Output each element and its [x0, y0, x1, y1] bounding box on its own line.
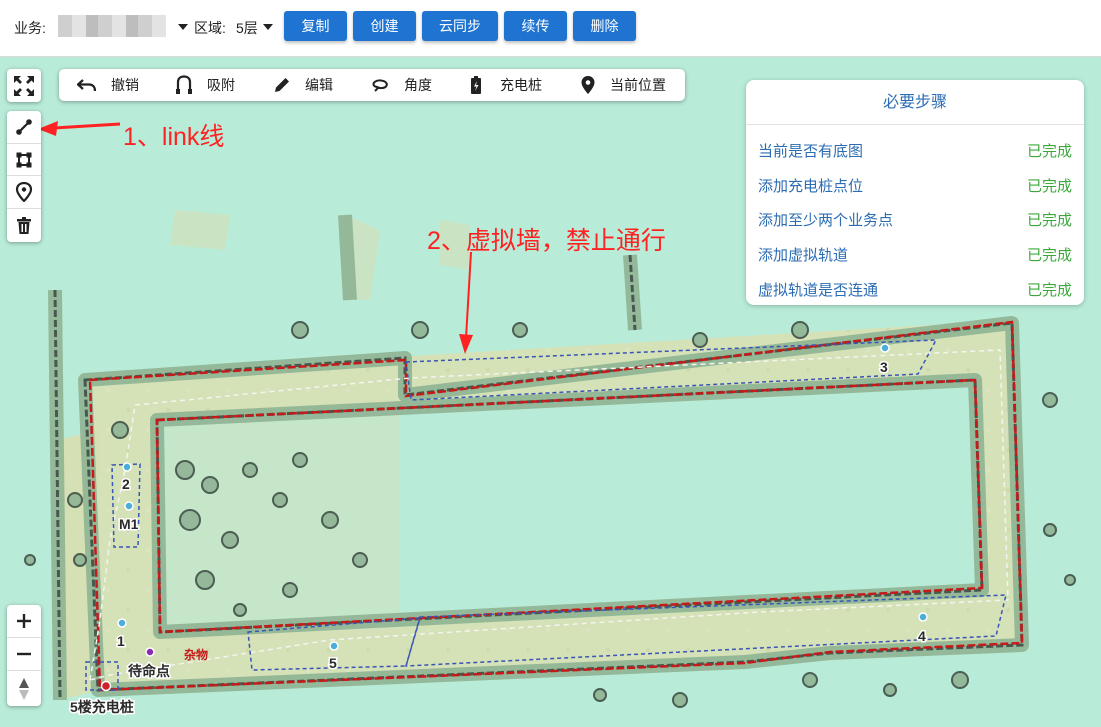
edit-toolbar: 撤销 吸附 编辑 角度 充电桩 当前位置 [59, 69, 685, 101]
link-line-icon [16, 119, 32, 135]
point-5 [329, 641, 339, 651]
fullscreen-control [7, 69, 41, 102]
point-1 [117, 618, 127, 628]
step-status: 已完成 [1026, 282, 1072, 299]
step-label[interactable]: 添加充电桩点位 [758, 175, 863, 196]
undo-tool[interactable]: 撤销 [77, 69, 139, 101]
business-select-value-redacted[interactable] [58, 15, 166, 37]
steps-title: 必要步骤 [746, 80, 1084, 125]
snap-tool[interactable]: 吸附 [175, 69, 235, 101]
fullscreen-icon [14, 75, 34, 96]
battery-charging-icon [471, 76, 481, 94]
point-2 [122, 462, 132, 472]
point-m1 [124, 501, 134, 511]
charger-tool[interactable]: 充电桩 [470, 69, 542, 101]
pencil-icon [275, 78, 289, 92]
resume-upload-button[interactable]: 续传 [504, 11, 567, 41]
marker-icon [15, 182, 33, 202]
business-chevron-down-icon[interactable] [178, 24, 188, 30]
label-point-2: 2 [122, 476, 130, 492]
draw-controls [7, 111, 41, 242]
label-point-m1: M1 [119, 516, 139, 532]
polygon-icon [16, 152, 32, 167]
step-row: 添加充电桩点位 已完成 [758, 175, 1072, 195]
label-charger: 5楼充电桩 [70, 699, 134, 715]
step-row: 当前是否有底图 已完成 [758, 140, 1072, 160]
draw-link-line-button[interactable] [7, 111, 41, 144]
snap-label: 吸附 [207, 77, 235, 93]
trash-icon [17, 216, 31, 234]
region-chevron-down-icon[interactable] [263, 24, 273, 30]
zoom-out-button[interactable] [7, 638, 41, 671]
edit-label: 编辑 [305, 77, 333, 93]
magnet-icon [176, 75, 192, 94]
annotation-link-line: 1、link线 [123, 123, 225, 151]
step-status: 已完成 [1026, 178, 1072, 195]
fullscreen-button[interactable] [7, 69, 41, 102]
step-label[interactable]: 添加至少两个业务点 [758, 209, 893, 230]
label-point-1: 1 [117, 633, 125, 649]
angle-tool[interactable]: 角度 [370, 69, 432, 101]
cloud-sync-button[interactable]: 云同步 [422, 11, 498, 41]
step-label[interactable]: 当前是否有底图 [758, 140, 863, 161]
step-row: 虚拟轨道是否连通 已完成 [758, 279, 1072, 299]
top-bar: 业务: 区域: 5层 复制 创建 云同步 续传 删除 [0, 0, 1101, 57]
undo-icon [77, 79, 97, 92]
region-label: 区域: [194, 20, 226, 36]
zoom-in-button[interactable] [7, 605, 41, 638]
step-status: 已完成 [1026, 143, 1072, 160]
delete-button[interactable]: 删除 [573, 11, 636, 41]
point-charger [100, 680, 112, 692]
create-button[interactable]: 创建 [353, 11, 416, 41]
rotate-icon [372, 79, 388, 92]
step-label[interactable]: 虚拟轨道是否连通 [758, 279, 878, 300]
label-sundries: 杂物 [184, 647, 208, 662]
step-label[interactable]: 添加虚拟轨道 [758, 244, 848, 265]
step-status: 已完成 [1026, 247, 1072, 264]
current-position-tool[interactable]: 当前位置 [580, 69, 666, 101]
edit-tool[interactable]: 编辑 [273, 69, 333, 101]
location-pin-icon [581, 76, 595, 94]
reset-bearing-button[interactable] [7, 671, 41, 706]
current-position-label: 当前位置 [610, 77, 666, 93]
zoom-in-icon [17, 614, 31, 628]
step-status: 已完成 [1026, 212, 1072, 229]
business-label: 业务: [14, 20, 46, 36]
zoom-out-icon [17, 652, 31, 656]
label-point-4: 4 [918, 628, 926, 644]
undo-label: 撤销 [111, 77, 139, 93]
label-point-3: 3 [880, 359, 888, 375]
label-standby: 待命点 [128, 663, 170, 679]
zoom-controls [7, 605, 41, 706]
point-standby [145, 647, 155, 657]
region-select-value[interactable]: 5层 [236, 18, 258, 38]
annotation-virtual-wall: 2、虚拟墙，禁止通行 [427, 227, 666, 255]
point-3 [880, 343, 890, 353]
copy-button[interactable]: 复制 [284, 11, 347, 41]
label-point-5: 5 [329, 655, 337, 671]
point-4 [918, 612, 928, 622]
required-steps-panel: 必要步骤 当前是否有底图 已完成 添加充电桩点位 已完成 添加至少两个业务点 已… [746, 80, 1084, 305]
step-row: 添加虚拟轨道 已完成 [758, 244, 1072, 264]
draw-polygon-button[interactable] [7, 144, 41, 176]
delete-drawing-button[interactable] [7, 209, 41, 242]
compass-icon [19, 677, 29, 700]
angle-label: 角度 [404, 77, 432, 93]
charger-label: 充电桩 [500, 77, 542, 93]
draw-marker-button[interactable] [7, 176, 41, 209]
step-row: 添加至少两个业务点 已完成 [758, 209, 1072, 229]
